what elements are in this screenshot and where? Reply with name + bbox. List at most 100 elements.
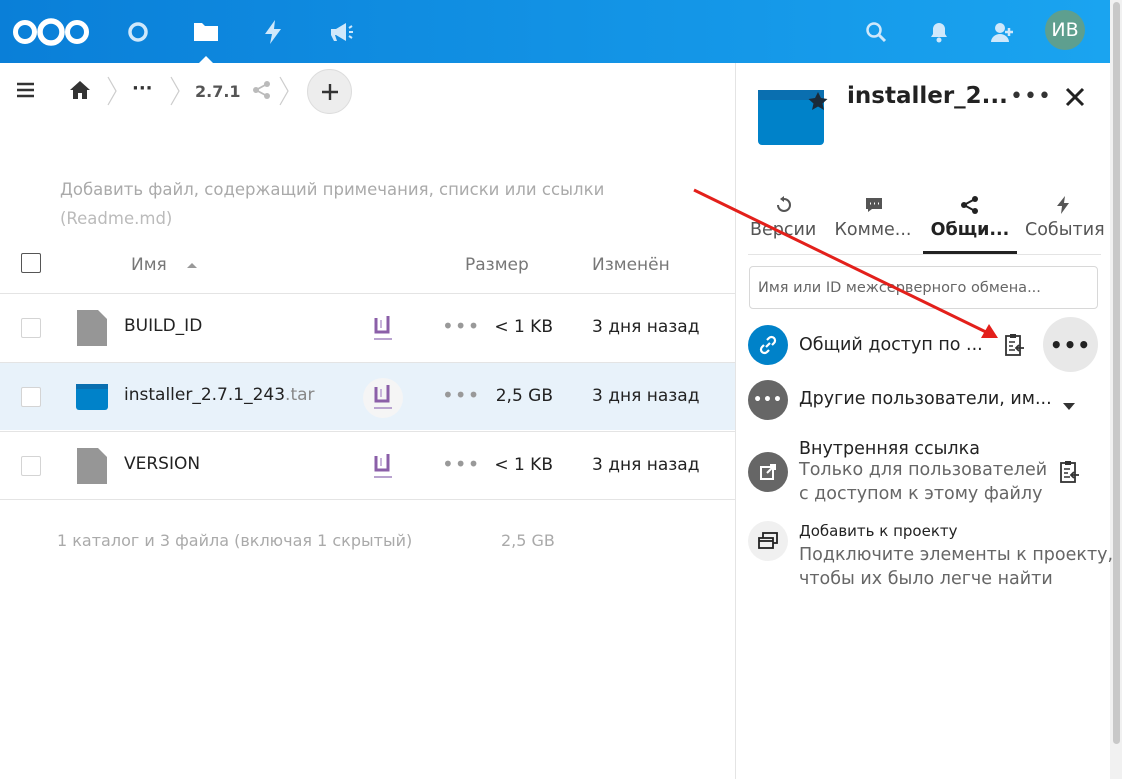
breadcrumb-current[interactable]: 2.7.1 bbox=[195, 82, 241, 101]
sort-asc-icon bbox=[187, 263, 198, 268]
file-icon bbox=[77, 448, 107, 484]
internal-link-title: Внутренняя ссылка bbox=[799, 439, 980, 459]
other-users-label[interactable]: Другие пользователи, им... bbox=[799, 389, 1052, 409]
project-icon bbox=[748, 521, 788, 561]
close-icon[interactable] bbox=[1064, 86, 1086, 112]
file-summary: 1 каталог и 3 файла (включая 1 скрытый) bbox=[57, 531, 413, 550]
table-bottom-divider bbox=[0, 499, 735, 500]
more-users-icon: ••• bbox=[748, 380, 788, 420]
table-row[interactable]: installer_2.7.1_243.tar ••• 2,5 GB 3 дня… bbox=[0, 362, 735, 430]
owner-avatar[interactable] bbox=[363, 309, 403, 349]
file-name[interactable]: BUILD_ID bbox=[124, 316, 202, 336]
nextcloud-logo-icon[interactable] bbox=[12, 17, 90, 47]
file-icon bbox=[77, 310, 107, 346]
tab-versions[interactable]: Версии bbox=[750, 192, 816, 254]
file-modified: 3 дня назад bbox=[592, 386, 700, 406]
comment-icon bbox=[866, 198, 882, 212]
readme-line1: Добавить файл, содержащий примечания, сп… bbox=[60, 180, 605, 199]
sidebar-title: installer_2... bbox=[847, 83, 1008, 109]
activity-icon bbox=[1057, 196, 1069, 214]
breadcrumb-separator-icon bbox=[279, 76, 289, 106]
page-scrollbar-thumb[interactable] bbox=[1113, 2, 1120, 744]
user-avatar[interactable]: ИВ bbox=[1045, 10, 1085, 50]
archive-icon bbox=[76, 384, 108, 410]
share-search-input[interactable] bbox=[749, 266, 1098, 309]
breadcrumb-ellipsis[interactable]: ··· bbox=[132, 78, 153, 99]
project-description: Подключите элементы к проекту, чтобы их … bbox=[799, 543, 1113, 591]
chevron-down-icon[interactable] bbox=[1063, 396, 1075, 415]
internal-link-desc-line1: Только для пользователей bbox=[799, 460, 1048, 480]
project-desc-line1: Подключите элементы к проекту, bbox=[799, 545, 1114, 565]
owner-avatar[interactable] bbox=[363, 447, 403, 487]
activity-icon[interactable] bbox=[262, 19, 284, 45]
project-desc-line2: чтобы их было легче найти bbox=[799, 569, 1053, 589]
copy-link-icon[interactable] bbox=[1004, 333, 1026, 361]
optimacros-logo-icon bbox=[374, 385, 392, 409]
announcements-icon[interactable] bbox=[328, 20, 354, 44]
readme-line2: (Readme.md) bbox=[60, 209, 173, 228]
history-icon bbox=[777, 196, 791, 212]
row-checkbox[interactable] bbox=[21, 318, 41, 338]
row-checkbox[interactable] bbox=[21, 456, 41, 476]
public-link-label[interactable]: Общий доступ по ... bbox=[799, 335, 983, 355]
new-button[interactable] bbox=[307, 69, 352, 114]
sidebar-more-button[interactable]: ••• bbox=[1010, 84, 1052, 109]
external-link-icon bbox=[748, 452, 788, 492]
files-icon[interactable] bbox=[193, 20, 219, 42]
details-sidebar bbox=[735, 63, 1110, 779]
optimacros-logo-icon bbox=[374, 316, 392, 340]
file-name[interactable]: VERSION bbox=[124, 454, 200, 474]
link-icon bbox=[748, 325, 788, 365]
table-row[interactable]: BUILD_ID ••• < 1 KB 3 дня назад bbox=[0, 293, 735, 361]
file-modified: 3 дня назад bbox=[592, 455, 700, 475]
tab-comments[interactable]: Комме... bbox=[834, 192, 912, 254]
breadcrumb-separator-icon bbox=[107, 76, 117, 106]
row-actions-button[interactable]: ••• bbox=[442, 383, 480, 407]
share-icon[interactable] bbox=[252, 80, 272, 104]
file-summary-size: 2,5 GB bbox=[501, 531, 555, 550]
select-all-checkbox[interactable] bbox=[21, 253, 41, 273]
file-name-base: VERSION bbox=[124, 454, 201, 474]
tab-activity-label: События bbox=[1025, 220, 1105, 240]
readme-placeholder[interactable]: Добавить файл, содержащий примечания, сп… bbox=[60, 175, 660, 233]
row-checkbox[interactable] bbox=[21, 387, 41, 407]
column-header-modified[interactable]: Изменён bbox=[592, 255, 670, 275]
owner-avatar[interactable] bbox=[363, 378, 403, 418]
column-header-size[interactable]: Размер bbox=[465, 255, 529, 275]
tabs-divider bbox=[748, 254, 1101, 255]
file-name[interactable]: installer_2.7.1_243.tar bbox=[124, 385, 315, 405]
search-icon[interactable] bbox=[864, 20, 888, 44]
home-icon[interactable] bbox=[69, 80, 91, 104]
share-icon bbox=[961, 196, 978, 214]
file-size: 2,5 GB bbox=[495, 386, 553, 406]
archive-large-icon bbox=[758, 90, 828, 145]
dashboard-icon[interactable] bbox=[126, 20, 150, 44]
tab-activity[interactable]: События bbox=[1025, 192, 1105, 254]
notifications-icon[interactable] bbox=[929, 20, 949, 44]
public-link-more-button[interactable]: ••• bbox=[1043, 317, 1098, 372]
top-bar: ИВ bbox=[0, 0, 1110, 63]
tab-versions-label: Версии bbox=[750, 220, 817, 240]
row-actions-button[interactable]: ••• bbox=[442, 452, 480, 476]
active-app-indicator bbox=[199, 56, 213, 63]
file-size: < 1 KB bbox=[494, 455, 553, 475]
file-ext: .tar bbox=[285, 385, 315, 405]
copy-internal-link-icon[interactable] bbox=[1059, 460, 1081, 488]
internal-link-desc-line2: с доступом к этому файлу bbox=[799, 484, 1043, 504]
menu-icon[interactable] bbox=[17, 82, 35, 102]
breadcrumb-separator-icon bbox=[170, 76, 180, 106]
project-title[interactable]: Добавить к проекту bbox=[799, 522, 958, 540]
row-actions-button[interactable]: ••• bbox=[442, 314, 480, 338]
column-header-name[interactable]: Имя bbox=[131, 255, 198, 275]
table-row[interactable]: VERSION ••• < 1 KB 3 дня назад bbox=[0, 431, 735, 499]
column-header-name-label: Имя bbox=[131, 255, 167, 275]
optimacros-logo-icon bbox=[374, 454, 392, 478]
tab-sharing[interactable]: Общи... bbox=[923, 192, 1017, 254]
file-size: < 1 KB bbox=[494, 317, 553, 337]
tab-sharing-label: Общи... bbox=[930, 220, 1010, 240]
file-modified: 3 дня назад bbox=[592, 317, 700, 337]
file-name-base: BUILD_ID bbox=[124, 316, 203, 336]
plus-icon bbox=[321, 83, 338, 100]
contacts-icon[interactable] bbox=[990, 20, 1014, 44]
tab-comments-label: Комме... bbox=[834, 220, 912, 240]
